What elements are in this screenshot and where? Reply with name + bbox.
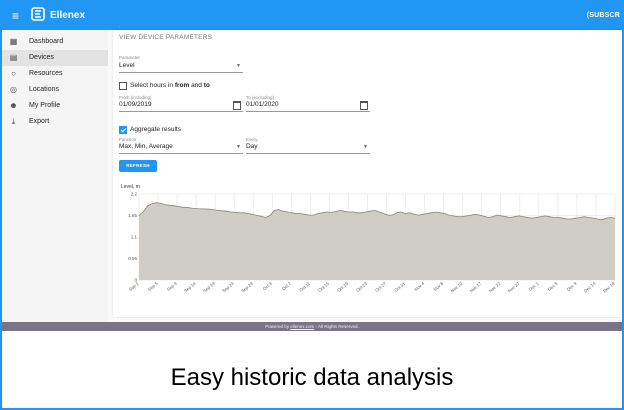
chart-xtick-label: Nov 17 bbox=[469, 281, 483, 294]
sidebar-item-label: My Profile bbox=[29, 102, 61, 109]
chart-xtick-label: Dec 9 bbox=[566, 281, 578, 292]
chart-xtick-label: Oct 31 bbox=[393, 281, 406, 293]
chart-area-fill bbox=[139, 202, 615, 280]
parameter-select[interactable]: Level ▼ bbox=[119, 62, 243, 73]
to-date-field[interactable]: 01/01/2020 bbox=[246, 101, 370, 112]
chart-xtick-label: Sep 19 bbox=[202, 281, 216, 294]
chart-xtick-label: Sep 29 bbox=[240, 281, 254, 294]
app-bar: ≡ Ellenex (SUBSCR bbox=[2, 2, 622, 30]
profile-icon: ☻ bbox=[9, 101, 18, 110]
chart-ytick-label: 2.2 bbox=[131, 192, 138, 197]
select-hours-text: Select hours in bbox=[130, 82, 175, 89]
resources-icon: ○ bbox=[11, 69, 16, 78]
chart-xtick-label: Oct 27 bbox=[374, 281, 387, 293]
chevron-down-icon: ▼ bbox=[236, 144, 241, 150]
aggregate-checkbox[interactable] bbox=[119, 126, 127, 134]
menu-icon[interactable]: ≡ bbox=[12, 9, 19, 23]
from-label: From (including) bbox=[119, 95, 152, 100]
select-hours-checkbox[interactable] bbox=[119, 82, 127, 90]
chart-ytick-label: 0.55 bbox=[128, 256, 137, 261]
to-label: To (excluding) bbox=[246, 95, 275, 100]
to-date-value: 01/01/2020 bbox=[246, 101, 279, 108]
footer-rights-text: - All Rights Reserved. bbox=[314, 324, 359, 329]
chart-xtick-label: Sep 5 bbox=[147, 281, 159, 292]
caption: Easy historic data analysis bbox=[170, 364, 454, 391]
chart-xtick-label: Oct 15 bbox=[317, 281, 330, 293]
chart-xtick-label: Sep 9 bbox=[166, 281, 178, 292]
function-select[interactable]: Max, Min, Average ▼ bbox=[119, 143, 243, 154]
sidebar-item-locations[interactable]: ◎ Locations bbox=[2, 82, 108, 98]
chevron-down-icon: ▼ bbox=[236, 63, 241, 69]
refresh-button[interactable]: REFRESH bbox=[119, 160, 157, 172]
sidebar-item-label: Resources bbox=[29, 70, 63, 77]
chart-xtick-label: Sep 1 bbox=[128, 281, 140, 292]
chart-xtick-label: Oct 23 bbox=[355, 281, 368, 293]
sidebar-item-dashboard[interactable]: ▦ Dashboard bbox=[2, 34, 108, 50]
brand-name: Ellenex bbox=[50, 10, 86, 21]
aggregate-label: Aggregate results bbox=[130, 126, 181, 133]
dashboard-icon: ▦ bbox=[9, 37, 18, 46]
calendar-icon[interactable] bbox=[233, 101, 241, 110]
chart-ytick-label: 1.65 bbox=[128, 213, 137, 218]
level-chart: Level, m 00.551.11.652.2 Sep 1 Sep 5 Sep 9… bbox=[121, 184, 616, 294]
chart-xtick-label: Sep 24 bbox=[221, 281, 235, 294]
every-select[interactable]: Day ▼ bbox=[246, 143, 370, 154]
every-value: Day bbox=[246, 143, 258, 150]
locations-icon: ◎ bbox=[10, 85, 17, 94]
sidebar-item-resources[interactable]: ○ Resources bbox=[2, 66, 108, 82]
sidebar-item-label: Locations bbox=[29, 86, 59, 93]
chart-xtick-label: Oct 11 bbox=[298, 281, 311, 293]
main-content: VIEW DEVICE PARAMETERS Parameter Level ▼… bbox=[108, 30, 622, 322]
chart-xtick-label: Oct 3 bbox=[262, 281, 274, 292]
parameter-value: Level bbox=[119, 62, 135, 69]
calendar-icon[interactable] bbox=[360, 101, 368, 110]
sidebar-item-label: Devices bbox=[29, 54, 54, 61]
chart-xtick-label: Nov 22 bbox=[488, 281, 502, 294]
from-date-value: 01/09/2019 bbox=[119, 101, 152, 108]
chart-xtick-label: Nov 4 bbox=[413, 281, 425, 292]
footer-link[interactable]: ellenex.com bbox=[290, 324, 314, 329]
select-hours-to: to bbox=[203, 82, 210, 89]
export-icon: ⤓ bbox=[11, 117, 16, 126]
from-date-field[interactable]: 01/09/2019 bbox=[119, 101, 243, 112]
chart-xtick-label: Nov 8 bbox=[432, 281, 444, 292]
devices-icon: ▤ bbox=[9, 53, 18, 62]
select-hours-label: Select hours in from and to bbox=[130, 82, 210, 89]
chevron-down-icon: ▼ bbox=[363, 144, 368, 150]
chart-ylabel: Level, m bbox=[121, 184, 140, 190]
select-hours-from: from bbox=[174, 82, 190, 89]
sidebar: ▦ Dashboard ▤ Devices ○ Resources ◎ Loca… bbox=[2, 30, 109, 322]
chart-xtick-label: Dec 1 bbox=[528, 281, 540, 292]
footer: Powered by ellenex.com - All Rights Rese… bbox=[2, 322, 622, 331]
chart-xtick-label: Sep 14 bbox=[183, 281, 197, 294]
sidebar-item-devices[interactable]: ▤ Devices bbox=[2, 50, 108, 66]
select-hours-and: and bbox=[189, 82, 204, 89]
sidebar-item-label: Dashboard bbox=[29, 38, 64, 45]
parameter-label: Parameter bbox=[119, 55, 141, 60]
chart-xtick-label: Nov 12 bbox=[450, 281, 464, 294]
chart-xtick-label: Oct 19 bbox=[336, 281, 349, 293]
function-label: Function bbox=[119, 137, 137, 142]
page-title: VIEW DEVICE PARAMETERS bbox=[119, 34, 213, 41]
chart-xtick-label: Nov 27 bbox=[507, 281, 521, 294]
footer-text: Powered by bbox=[265, 324, 291, 329]
function-value: Max, Min, Average bbox=[119, 143, 173, 150]
sidebar-item-label: Export bbox=[29, 118, 50, 125]
chart-xtick-label: Oct 7 bbox=[281, 281, 293, 292]
device-parameters-card: VIEW DEVICE PARAMETERS Parameter Level ▼… bbox=[113, 30, 622, 317]
chart-xtick-label: Dec 18 bbox=[602, 281, 616, 294]
ellenex-logo-icon bbox=[31, 7, 45, 21]
every-label: Every bbox=[246, 137, 258, 142]
chart-xtick-label: Dec 5 bbox=[547, 281, 559, 292]
sidebar-item-export[interactable]: ⤓ Export bbox=[2, 114, 108, 130]
sidebar-item-my-profile[interactable]: ☻ My Profile bbox=[2, 98, 108, 114]
screenshot-frame: ≡ Ellenex (SUBSCR ▦ Dashboard ▤ Devices … bbox=[0, 0, 624, 410]
chart-ytick-label: 1.1 bbox=[131, 235, 138, 240]
chart-xtick-label: Dec 14 bbox=[583, 281, 597, 294]
subscribe-link[interactable]: (SUBSCR bbox=[587, 12, 620, 19]
